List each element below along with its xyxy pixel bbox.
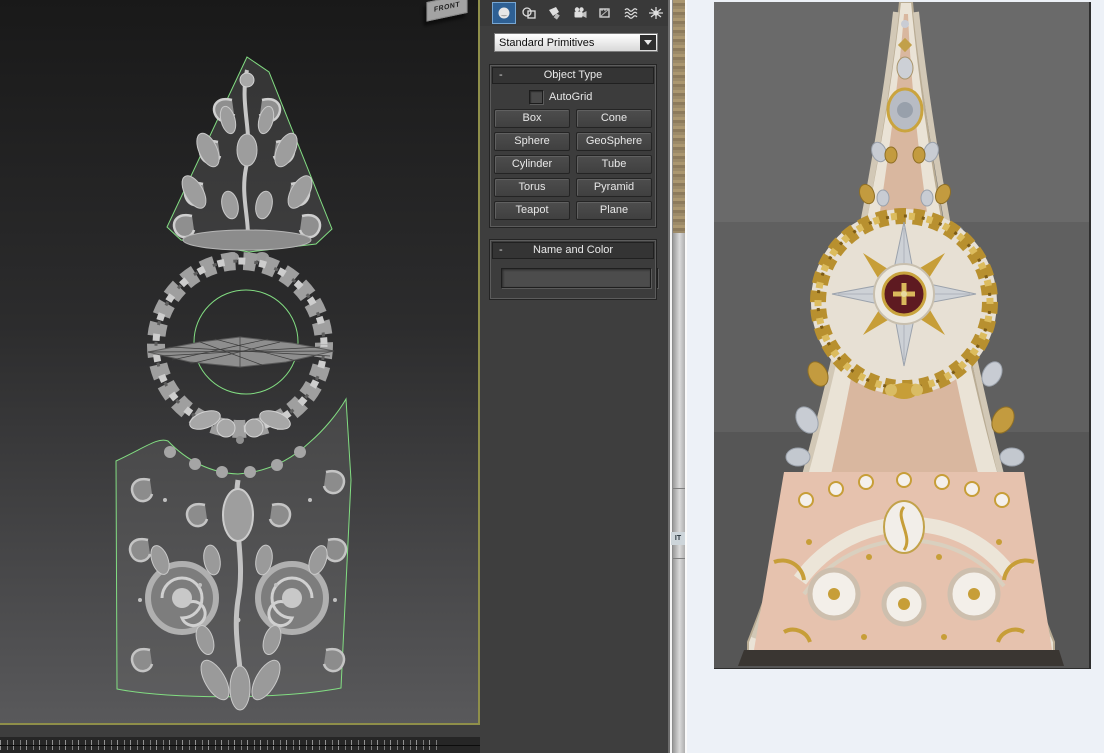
sphere-button[interactable]: Sphere (494, 132, 570, 151)
create-geometry-icon[interactable] (492, 2, 517, 24)
collapse-minus-icon: - (499, 244, 503, 256)
object-type-rollout: - Object Type AutoGrid Box Cone Sphere G… (489, 64, 657, 228)
create-lights-icon[interactable] (543, 2, 567, 24)
scrollbar-notch (673, 488, 685, 489)
scrollbar-track[interactable] (673, 233, 685, 753)
command-panel: Standard Primitives - Object Type AutoGr… (480, 0, 668, 753)
create-category-toolbar (480, 0, 668, 26)
create-cameras-icon[interactable] (568, 2, 592, 24)
create-space-warps-icon[interactable] (618, 2, 642, 24)
side-scrollbar-strip[interactable] (672, 0, 686, 753)
primitives-dropdown-value: Standard Primitives (499, 36, 595, 49)
primitives-dropdown[interactable]: Standard Primitives (494, 33, 658, 52)
cone-button[interactable]: Cone (576, 109, 652, 128)
name-and-color-rollout-title: Name and Color (532, 244, 614, 256)
create-systems-icon[interactable] (644, 2, 668, 24)
viewport-front[interactable]: FRONT (0, 0, 480, 725)
create-shapes-icon[interactable] (517, 2, 541, 24)
autogrid-checkbox[interactable] (529, 90, 543, 104)
object-type-rollout-title: Object Type (543, 69, 603, 81)
cylinder-button[interactable]: Cylinder (494, 155, 570, 174)
object-color-swatch[interactable] (656, 268, 658, 288)
reference-photo-graphic (714, 2, 1089, 668)
autogrid-label: AutoGrid (549, 91, 593, 103)
create-helpers-icon[interactable] (593, 2, 617, 24)
scrollbar-texture-top (673, 0, 685, 233)
chevron-down-icon[interactable] (640, 35, 656, 50)
strip-label: IT (671, 532, 691, 545)
geosphere-button[interactable]: GeoSphere (576, 132, 652, 151)
box-button[interactable]: Box (494, 109, 570, 128)
scrollbar-notch (673, 558, 685, 559)
tube-button[interactable]: Tube (576, 155, 652, 174)
teapot-button[interactable]: Teapot (494, 201, 570, 220)
torus-button[interactable]: Torus (494, 178, 570, 197)
object-name-input[interactable] (501, 268, 651, 288)
name-and-color-rollout: - Name and Color (489, 239, 658, 300)
name-and-color-rollout-header[interactable]: - Name and Color (492, 242, 654, 259)
object-type-rollout-header[interactable]: - Object Type (492, 67, 654, 84)
reference-image[interactable] (714, 2, 1091, 669)
pyramid-button[interactable]: Pyramid (576, 178, 652, 197)
collapse-minus-icon: - (499, 69, 503, 81)
plane-button[interactable]: Plane (576, 201, 652, 220)
screenshot-root: FRONT Standard Primitives - Object Type … (0, 0, 1104, 753)
reference-image-panel (687, 0, 1104, 753)
primitive-buttons: Box Cone Sphere GeoSphere Cylinder Tube … (491, 109, 655, 220)
carving-model (115, 56, 352, 711)
